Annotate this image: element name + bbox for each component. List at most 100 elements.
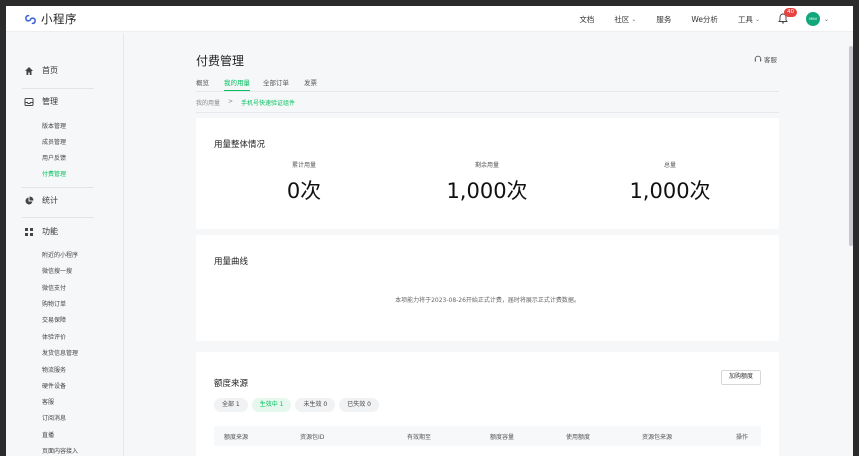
breadcrumb-divider	[196, 112, 779, 113]
filter-all[interactable]: 全部 1	[214, 398, 248, 412]
sidebar-item-logistics[interactable]: 物流服务	[42, 365, 66, 374]
stat-total-label: 总量	[663, 162, 676, 169]
inbox-icon	[24, 97, 34, 106]
miniprogram-logo-icon	[25, 14, 36, 24]
usage-overview-title: 用量整体情况	[214, 140, 266, 150]
column-capacity: 额度容量	[490, 434, 515, 441]
table-header: 额度来源 资源包ID 有效期至 额度容量 使用额度 资源包来源 操作	[214, 426, 761, 446]
tab-invoice[interactable]: 发票	[304, 77, 317, 91]
nav-community-label: 社区	[614, 14, 630, 24]
column-actions: 操作	[736, 434, 749, 441]
sidebar-item-home-label: 首页	[42, 66, 58, 75]
scrollbar[interactable]	[849, 46, 853, 246]
sidebar-item-live[interactable]: 直播	[42, 430, 54, 439]
usage-overview-card: 用量整体情况 累计用量 0次 剩余用量 1,000次 总量 1,000次	[196, 118, 779, 229]
nav-we-analytics[interactable]: We分析	[691, 14, 718, 25]
sidebar-section-manage-label: 管理	[42, 97, 58, 106]
billing-notice: 本项能力将于2023-08-26开始正式计费，届时将展示正式计费数据。	[395, 297, 580, 304]
sidebar-item-guarantee[interactable]: 交易保障	[42, 315, 66, 324]
tab-overview[interactable]: 概览	[196, 77, 209, 91]
sidebar-item-orders[interactable]: 购物订单	[42, 299, 66, 308]
top-nav: 文档 社区 ⌄ 服务 We分析 工具 ⌄ 40 MINI ⌄	[559, 6, 829, 32]
column-expiry: 有效期至	[407, 434, 432, 441]
sidebar-divider	[22, 217, 94, 218]
column-package-id: 资源包ID	[300, 434, 325, 441]
stat-total: 总量 1,000次	[580, 160, 760, 205]
stat-cumulative: 累计用量 0次	[214, 160, 394, 205]
tab-all-orders[interactable]: 全部订单	[263, 77, 289, 91]
sidebar-item-page-content[interactable]: 页面内容接入	[42, 446, 78, 455]
sidebar-section-features[interactable]: 功能	[24, 226, 58, 237]
sidebar-item-home[interactable]: 首页	[24, 65, 58, 76]
breadcrumb-parent[interactable]: 我的用量	[196, 98, 220, 107]
sidebar: 首页 管理 版本管理 成员管理 用户反馈 付费管理 统计 功能 附近的小程序 微…	[6, 33, 124, 456]
sidebar-section-stats-label: 统计	[42, 196, 58, 205]
usage-curve-title: 用量曲线	[214, 257, 249, 267]
sidebar-item-review[interactable]: 体验评价	[42, 332, 66, 341]
notification-button[interactable]: 40	[778, 8, 797, 25]
nav-docs[interactable]: 文档	[579, 14, 594, 25]
breadcrumb-separator: >	[228, 98, 234, 105]
avatar-text: MINI	[809, 17, 817, 21]
sidebar-item-customer-service[interactable]: 客服	[42, 397, 54, 406]
nav-services[interactable]: 服务	[656, 14, 671, 25]
sidebar-item-version[interactable]: 版本管理	[42, 121, 66, 130]
column-package-origin: 资源包来源	[642, 434, 673, 441]
grid-icon	[25, 227, 33, 236]
nav-community[interactable]: 社区 ⌄	[614, 14, 636, 25]
chevron-down-icon[interactable]: ⌄	[824, 16, 829, 23]
app-window: 小程序 文档 社区 ⌄ 服务 We分析 工具 ⌄ 40 MINI ⌄ 首页 管理 版…	[6, 6, 853, 456]
sidebar-divider	[22, 88, 94, 89]
column-used: 使用额度	[566, 434, 591, 441]
sidebar-item-search[interactable]: 微信搜一搜	[42, 266, 72, 275]
stat-cumulative-value: 0次	[286, 179, 322, 203]
buy-quota-button[interactable]: 加购额度	[720, 370, 761, 385]
stat-remaining: 剩余用量 1,000次	[397, 160, 577, 205]
nav-we-analytics-label: We分析	[691, 14, 718, 24]
avatar[interactable]: MINI	[805, 12, 820, 26]
sidebar-section-features-label: 功能	[42, 227, 58, 236]
filter-pending[interactable]: 未生效 0	[295, 398, 336, 412]
sidebar-item-feedback[interactable]: 用户反馈	[42, 153, 66, 162]
status-filters: 全部 1 生效中 1 未生效 0 已失效 0	[214, 398, 379, 412]
sidebar-item-nearby[interactable]: 附近的小程序	[42, 250, 78, 259]
sidebar-item-pay[interactable]: 微信支付	[42, 283, 66, 292]
app-name: 小程序	[41, 12, 77, 26]
stat-cumulative-label: 累计用量	[291, 162, 316, 169]
quota-source-card: 额度来源 加购额度 全部 1 生效中 1 未生效 0 已失效 0 额度来源 资源…	[196, 352, 779, 456]
quota-source-title: 额度来源	[214, 379, 249, 389]
sidebar-divider	[22, 187, 94, 188]
nav-tools[interactable]: 工具 ⌄	[738, 14, 760, 25]
pie-chart-icon	[25, 196, 34, 204]
page-title: 付费管理	[196, 54, 245, 68]
sidebar-item-subscription[interactable]: 订阅消息	[42, 413, 66, 422]
nav-tools-label: 工具	[737, 14, 753, 24]
headset-icon	[754, 55, 762, 62]
nav-docs-label: 文档	[579, 14, 595, 24]
stat-remaining-value: 1,000次	[446, 179, 528, 203]
sidebar-item-hardware[interactable]: 硬件设备	[42, 381, 66, 390]
top-bar: 小程序 文档 社区 ⌄ 服务 We分析 工具 ⌄ 40 MINI ⌄	[6, 6, 853, 32]
sidebar-item-shipping-info[interactable]: 发货信息管理	[42, 348, 78, 357]
sidebar-item-members[interactable]: 成员管理	[42, 137, 66, 146]
stat-total-value: 1,000次	[629, 179, 711, 203]
filter-active[interactable]: 生效中 1	[251, 398, 292, 412]
chevron-down-icon: ⌄	[631, 15, 637, 23]
chevron-down-icon: ⌄	[754, 15, 760, 23]
sidebar-section-manage[interactable]: 管理	[24, 96, 58, 107]
filter-expired[interactable]: 已失效 0	[339, 398, 379, 412]
notification-badge: 40	[783, 8, 797, 17]
tab-bar: 概览 我的用量 全部订单 发票	[196, 75, 779, 92]
stat-remaining-label: 剩余用量	[474, 162, 499, 169]
sidebar-section-stats[interactable]: 统计	[24, 195, 58, 206]
customer-service-link[interactable]: 客服	[754, 54, 777, 64]
sidebar-item-billing[interactable]: 付费管理	[42, 169, 66, 178]
home-icon	[25, 66, 33, 75]
nav-services-label: 服务	[656, 14, 672, 24]
tab-my-usage[interactable]: 我的用量	[224, 77, 250, 91]
usage-curve-card: 用量曲线 本项能力将于2023-08-26开始正式计费，届时将展示正式计费数据。	[196, 235, 779, 341]
breadcrumb-current: 手机号快速验证组件	[241, 100, 296, 107]
logo[interactable]: 小程序	[24, 11, 77, 27]
breadcrumb: 我的用量 > 手机号快速验证组件	[196, 98, 295, 107]
column-source: 额度来源	[224, 434, 249, 441]
